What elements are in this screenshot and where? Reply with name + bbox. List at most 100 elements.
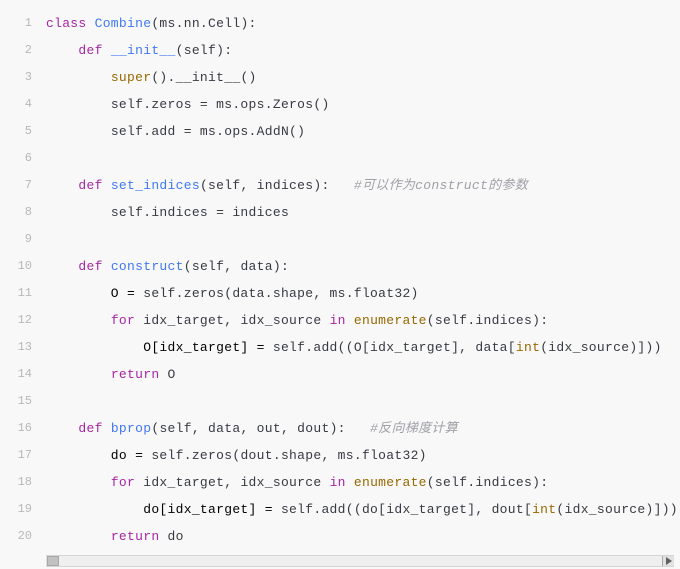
line-number: 1 bbox=[0, 10, 40, 37]
code-token: (idx_source)])) bbox=[556, 502, 678, 517]
code-token: ( bbox=[427, 313, 435, 328]
line-number: 18 bbox=[0, 469, 40, 496]
code-token: .add((O[idx_target], data[ bbox=[305, 340, 516, 355]
code-token: self bbox=[111, 97, 143, 112]
code-token: def bbox=[78, 43, 110, 58]
line-number: 6 bbox=[0, 145, 40, 172]
code-token: in bbox=[330, 475, 346, 490]
code-token: ( bbox=[427, 475, 435, 490]
line-number: 3 bbox=[0, 64, 40, 91]
line-number: 7 bbox=[0, 172, 40, 199]
code-token bbox=[46, 178, 78, 193]
code-token: #反向梯度计算 bbox=[370, 421, 458, 436]
code-line: return O bbox=[46, 361, 678, 388]
code-token: return bbox=[111, 367, 160, 382]
code-token bbox=[46, 97, 111, 112]
code-token: , data, out, dout): bbox=[192, 421, 370, 436]
code-token: .zeros(dout.shape, ms.float32) bbox=[184, 448, 427, 463]
code-line bbox=[46, 388, 678, 415]
code-token: .indices): bbox=[467, 313, 548, 328]
code-token: set_indices bbox=[111, 178, 200, 193]
code-token: do bbox=[159, 529, 183, 544]
code-token: ( bbox=[176, 43, 184, 58]
code-token bbox=[46, 421, 78, 436]
code-line: do = self.zeros(dout.shape, ms.float32) bbox=[46, 442, 678, 469]
code-token: ( bbox=[184, 259, 192, 274]
code-token: idx_target, idx_source bbox=[135, 475, 329, 490]
code-token: do[idx_target] = bbox=[46, 502, 281, 517]
code-token: ().__init__() bbox=[151, 70, 256, 85]
code-line: self.indices = indices bbox=[46, 199, 678, 226]
code-token: self bbox=[151, 448, 183, 463]
code-line: O = self.zeros(data.shape, ms.float32) bbox=[46, 280, 678, 307]
code-token: idx_target, idx_source bbox=[135, 313, 329, 328]
line-number: 4 bbox=[0, 91, 40, 118]
scrollbar-thumb[interactable] bbox=[47, 556, 59, 566]
code-token: do = bbox=[46, 448, 151, 463]
line-number: 2 bbox=[0, 37, 40, 64]
code-token: for bbox=[111, 475, 135, 490]
code-token: (idx_source)])) bbox=[540, 340, 662, 355]
code-token: self bbox=[111, 124, 143, 139]
code-token: .zeros(data.shape, ms.float32) bbox=[176, 286, 419, 301]
code-token: def bbox=[78, 178, 110, 193]
code-token: , data): bbox=[224, 259, 289, 274]
code-line: O[idx_target] = self.add((O[idx_target],… bbox=[46, 334, 678, 361]
code-token: return bbox=[111, 529, 160, 544]
scroll-right-arrow-icon[interactable] bbox=[662, 556, 674, 566]
code-token bbox=[46, 313, 111, 328]
code-token: super bbox=[111, 70, 152, 85]
code-token: int bbox=[516, 340, 540, 355]
code-line: do[idx_target] = self.add((do[idx_target… bbox=[46, 496, 678, 523]
code-token: , indices): bbox=[240, 178, 353, 193]
code-token: __init__ bbox=[111, 43, 176, 58]
code-token: (ms.nn.Cell): bbox=[151, 16, 256, 31]
code-lines: class Combine(ms.nn.Cell): def __init__(… bbox=[40, 0, 680, 553]
code-token: self bbox=[273, 340, 305, 355]
code-token: enumerate bbox=[354, 475, 427, 490]
code-token: self bbox=[435, 313, 467, 328]
code-line: self.zeros = ms.ops.Zeros() bbox=[46, 91, 678, 118]
scrollbar-track[interactable] bbox=[46, 555, 674, 567]
code-token bbox=[346, 313, 354, 328]
line-number: 9 bbox=[0, 226, 40, 253]
code-token bbox=[46, 43, 78, 58]
code-token bbox=[46, 205, 111, 220]
code-token: enumerate bbox=[354, 313, 427, 328]
code-scroll-container[interactable]: 1234567891011121314151617181920 class Co… bbox=[0, 0, 680, 553]
code-line: def __init__(self): bbox=[46, 37, 678, 64]
code-line: self.add = ms.ops.AddN() bbox=[46, 118, 678, 145]
code-token: .indices): bbox=[467, 475, 548, 490]
code-token: def bbox=[78, 421, 110, 436]
code-token: self bbox=[192, 259, 224, 274]
code-token: O bbox=[159, 367, 175, 382]
code-token: Combine bbox=[95, 16, 152, 31]
code-token: ( bbox=[200, 178, 208, 193]
code-token bbox=[46, 367, 111, 382]
code-token bbox=[46, 529, 111, 544]
code-line: def construct(self, data): bbox=[46, 253, 678, 280]
code-token: for bbox=[111, 313, 135, 328]
code-token: int bbox=[532, 502, 556, 517]
code-token: ): bbox=[216, 43, 232, 58]
line-number: 14 bbox=[0, 361, 40, 388]
code-token: bprop bbox=[111, 421, 152, 436]
code-token: class bbox=[46, 16, 95, 31]
line-number: 19 bbox=[0, 496, 40, 523]
code-line bbox=[46, 145, 678, 172]
code-token bbox=[46, 475, 111, 490]
code-line: def set_indices(self, indices): #可以作为con… bbox=[46, 172, 678, 199]
code-token: self bbox=[281, 502, 313, 517]
code-line bbox=[46, 226, 678, 253]
horizontal-scrollbar[interactable] bbox=[0, 553, 680, 569]
line-number: 17 bbox=[0, 442, 40, 469]
code-token bbox=[46, 124, 111, 139]
line-number: 15 bbox=[0, 388, 40, 415]
code-token bbox=[346, 475, 354, 490]
code-token: O = bbox=[46, 286, 143, 301]
code-line: super().__init__() bbox=[46, 64, 678, 91]
code-token: self bbox=[208, 178, 240, 193]
line-number-gutter: 1234567891011121314151617181920 bbox=[0, 0, 40, 553]
code-token: .indices = indices bbox=[143, 205, 289, 220]
code-token: self bbox=[435, 475, 467, 490]
